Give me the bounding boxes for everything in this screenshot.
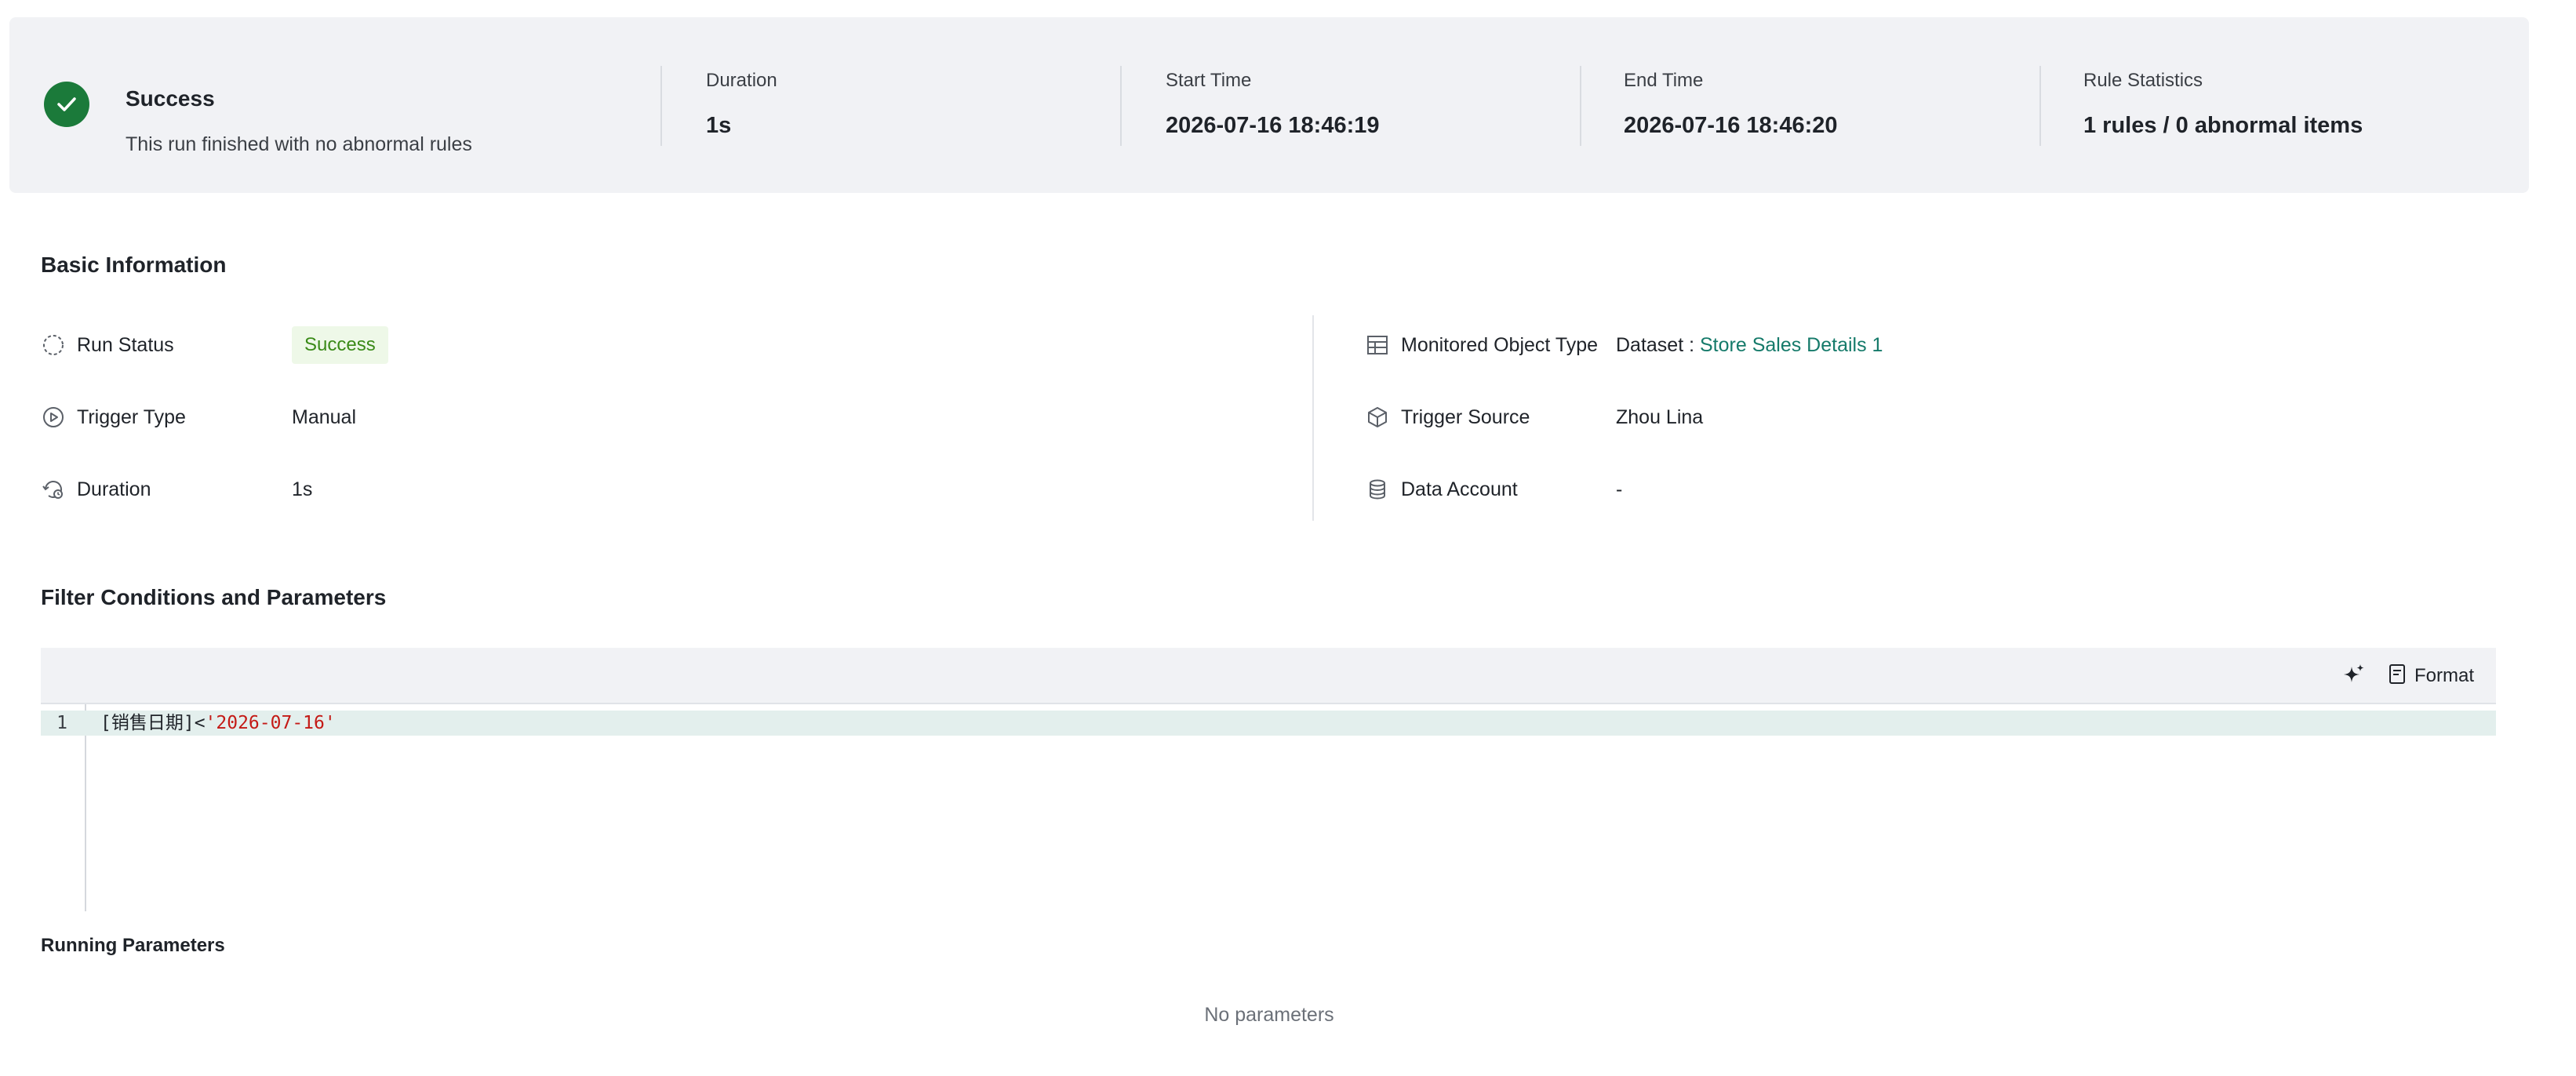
ai-sparkle-button[interactable] (2342, 662, 2366, 690)
summary-duration-label: Duration (706, 70, 777, 91)
running-parameters-title: Running Parameters (41, 935, 225, 956)
code-string-literal: '2026-07-16' (205, 713, 336, 733)
object-type-prefix: Dataset : (1616, 334, 1700, 356)
filter-conditions-title: Filter Conditions and Parameters (41, 585, 387, 609)
summary-start-time: Start Time 2026-07-16 18:46:19 (1166, 67, 1379, 141)
sparkle-icon (2342, 663, 2366, 690)
info-row-trigger-source: Trigger Source Zhou Lina (1365, 402, 2463, 433)
run-status-badge: Success (292, 326, 388, 364)
summary-end-value: 2026-07-16 18:46:20 (1624, 113, 1838, 138)
data-account-label: Data Account (1401, 478, 1518, 500)
basic-information-title: Basic Information (41, 253, 227, 277)
trigger-type-value: Manual (292, 406, 356, 428)
database-icon (1365, 477, 1390, 502)
active-line-highlight (86, 711, 2496, 736)
success-check-icon (44, 82, 89, 127)
cube-icon (1365, 405, 1390, 430)
summary-end-time: End Time 2026-07-16 18:46:20 (1624, 67, 1837, 141)
summary-divider (1120, 66, 1122, 146)
summary-divider (2039, 66, 2041, 146)
info-row-data-account: Data Account - (1365, 474, 2463, 505)
run-summary-banner: Success This run finished with no abnorm… (9, 17, 2529, 193)
data-account-value: - (1616, 478, 1623, 500)
run-status-title: Success (126, 86, 215, 111)
format-button[interactable]: Format (2388, 662, 2474, 690)
run-status-summary: Success This run finished with no abnorm… (44, 66, 640, 155)
code-expression: [销售日期]< (100, 713, 206, 733)
summary-rules-value: 1 rules / 0 abnormal items (2083, 113, 2363, 138)
duration-value: 1s (292, 478, 313, 500)
info-row-duration: Duration 1s (41, 474, 1264, 505)
summary-start-value: 2026-07-16 18:46:19 (1166, 113, 1380, 138)
duration-label: Duration (77, 478, 151, 500)
monitored-object-type-value: Dataset : Store Sales Details 1 (1616, 334, 1883, 357)
summary-duration: Duration 1s (706, 67, 777, 141)
run-status-subtitle: This run finished with no abnormal rules (126, 133, 472, 155)
info-row-trigger-type: Trigger Type Manual (41, 402, 1264, 433)
trigger-source-label: Trigger Source (1401, 405, 1530, 428)
document-icon (2388, 663, 2408, 689)
dashed-circle-icon (41, 333, 66, 358)
summary-start-label: Start Time (1166, 70, 1252, 91)
summary-end-label: End Time (1624, 70, 1704, 91)
trigger-source-value: Zhou Lina (1616, 406, 1704, 428)
trigger-type-label: Trigger Type (77, 405, 186, 428)
editor-toolbar: Format (41, 648, 2496, 704)
info-row-monitored-object-type: Monitored Object Type Dataset : Store Sa… (1365, 329, 2463, 361)
run-status-label: Run Status (77, 333, 174, 356)
code-line[interactable]: [销售日期]<'2026-07-16' (100, 711, 336, 736)
history-clock-icon (41, 477, 66, 502)
summary-rules-label: Rule Statistics (2083, 70, 2203, 91)
summary-rule-statistics: Rule Statistics 1 rules / 0 abnormal ite… (2083, 67, 2363, 141)
summary-divider (660, 66, 662, 146)
info-row-run-status: Run Status Success (41, 326, 1264, 364)
summary-duration-value: 1s (706, 113, 732, 138)
line-number: 1 (56, 713, 67, 733)
table-icon (1365, 333, 1390, 358)
info-column-divider (1312, 315, 1314, 521)
play-circle-icon (41, 405, 66, 430)
no-parameters-text: No parameters (1204, 1004, 1334, 1026)
summary-divider (1580, 66, 1581, 146)
format-button-label: Format (2414, 665, 2475, 686)
dataset-link[interactable]: Store Sales Details 1 (1700, 334, 1883, 356)
monitored-object-type-label: Monitored Object Type (1401, 333, 1599, 356)
code-editor[interactable]: Format 1 [销售日期]<'2026-07-16' (41, 648, 2496, 911)
